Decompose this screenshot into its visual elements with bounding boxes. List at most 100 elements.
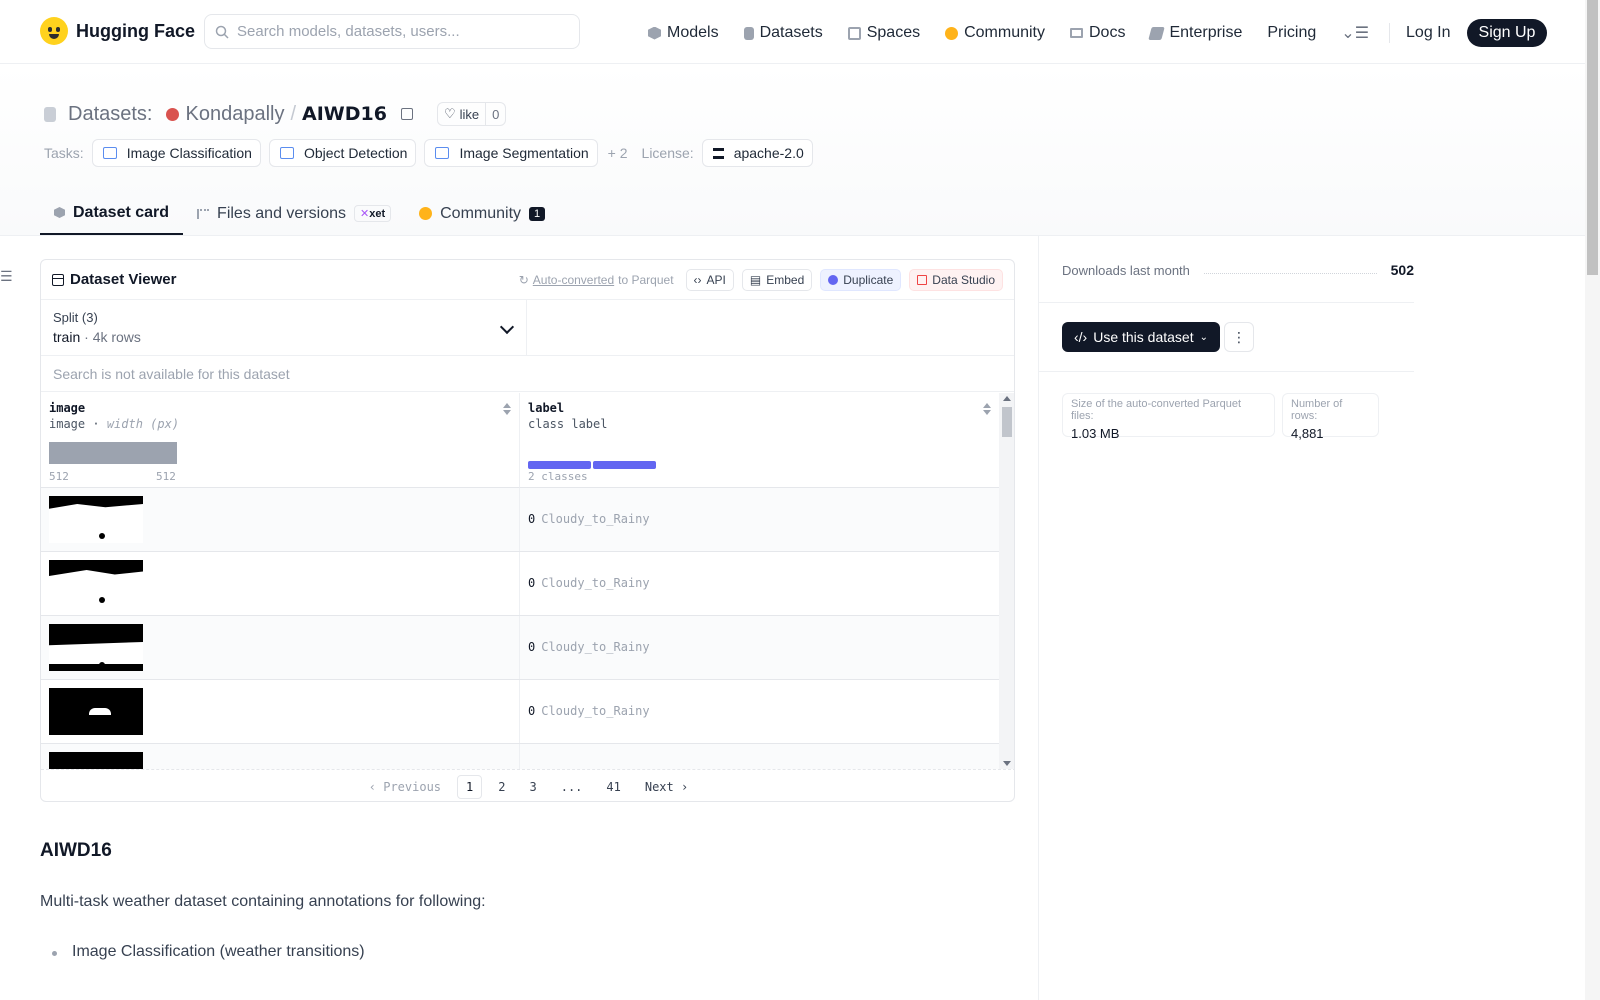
brand[interactable]: Hugging Face (40, 17, 195, 45)
hist-min: 512 (49, 470, 69, 483)
path-separator: / (290, 102, 297, 125)
page-2[interactable]: 2 (490, 776, 513, 798)
row-image-thumbnail[interactable] (49, 560, 143, 607)
stat-label: Size of the auto-converted Parquet files… (1071, 398, 1241, 422)
nav-datasets[interactable]: Datasets (743, 24, 823, 42)
tag-license[interactable]: apache-2.0 (701, 139, 813, 167)
tags-row: Tasks: Image Classification Object Detec… (44, 139, 813, 167)
nav-models[interactable]: Models (648, 24, 719, 42)
row-image-thumbnail[interactable] (49, 624, 143, 671)
nav-docs[interactable]: Docs (1070, 24, 1125, 42)
tag-image-classification[interactable]: Image Classification (91, 139, 261, 167)
table-row[interactable] (41, 744, 999, 769)
column-header-image[interactable]: image image · width (px) 512 512 (41, 393, 520, 488)
readme-list-item: Image Classification (weather transition… (52, 943, 365, 960)
search-box[interactable] (204, 14, 580, 49)
tasks-label: Tasks: (44, 145, 84, 161)
split-selector[interactable]: Split (3) train · 4k rows (41, 300, 527, 355)
nav-enterprise[interactable]: Enterprise (1148, 24, 1242, 42)
readme-intro: Multi-task weather dataset containing an… (40, 893, 486, 910)
viewer-title: Dataset Viewer (52, 271, 176, 288)
repo-owner[interactable]: Kondapally (185, 103, 284, 126)
tag-label: Image Classification (126, 145, 252, 161)
nav-community[interactable]: Community (945, 24, 1045, 42)
brand-name: Hugging Face (76, 20, 196, 41)
row-image-thumbnail[interactable] (49, 688, 143, 735)
copy-icon[interactable] (400, 108, 413, 120)
more-tags-button[interactable]: + 2 (608, 145, 628, 161)
page-3[interactable]: 3 (521, 776, 544, 798)
dataset-card-icon (54, 207, 65, 218)
scroll-down-icon[interactable] (1003, 761, 1011, 766)
api-button[interactable]: ‹› API (685, 268, 734, 291)
to-parquet-text: to Parquet (618, 272, 674, 287)
use-dataset-button[interactable]: ‹/› Use this dataset ⌄ (1062, 322, 1220, 352)
page-41[interactable]: 41 (598, 776, 628, 798)
page-1[interactable]: 1 (457, 774, 483, 799)
split-value: train · 4k rows (53, 329, 141, 345)
column-header-label[interactable]: label class label 2 classes (520, 393, 999, 488)
tab-community[interactable]: Community 1 (405, 192, 559, 235)
table-scrollbar[interactable] (999, 393, 1014, 769)
sidebar-toggle-icon[interactable]: ☰ (0, 268, 13, 285)
community-count-badge: 1 (529, 206, 546, 221)
more-options-icon[interactable]: ⋮ (1224, 322, 1254, 352)
tag-object-detection[interactable]: Object Detection (268, 139, 417, 167)
class-bar[interactable] (528, 461, 591, 469)
stat-label: Number of rows: (1291, 398, 1343, 422)
nav-divider (1389, 23, 1391, 43)
nav-pricing[interactable]: Pricing (1267, 24, 1316, 42)
table-row[interactable]: 0 Cloudy_to_Rainy (41, 616, 999, 680)
nav-spaces[interactable]: Spaces (847, 24, 920, 42)
column-name: image (49, 401, 86, 415)
signup-button[interactable]: Sign Up (1466, 19, 1548, 47)
scroll-thumb[interactable] (1002, 407, 1012, 437)
sort-icon[interactable] (983, 403, 991, 415)
nav-community-label: Community (964, 24, 1045, 41)
scroll-up-icon[interactable] (1003, 396, 1011, 401)
prev-page-button[interactable]: ‹ Previous (361, 776, 449, 798)
repo-name[interactable]: AIWD16 (302, 103, 387, 125)
embed-button[interactable]: ▤ Embed (741, 268, 813, 291)
divider (1039, 302, 1414, 303)
repo-title: Datasets: Kondapally / AIWD16 ♡ like 0 (40, 102, 507, 126)
parquet-size-stat: Size of the auto-converted Parquet files… (1062, 393, 1275, 441)
sort-icon[interactable] (503, 403, 511, 415)
code-icon: ‹/› (1074, 329, 1088, 345)
duplicate-button[interactable]: Duplicate (820, 268, 902, 291)
duplicate-label: Duplicate (843, 272, 894, 287)
table-row[interactable]: 0 Cloudy_to_Rainy (41, 488, 999, 552)
spaces-icon (847, 26, 861, 40)
more-menu-icon[interactable]: ⌄☰ (1341, 23, 1369, 43)
nav-links: Models Datasets Spaces Community Docs En… (648, 19, 1548, 47)
license-label: License: (641, 145, 694, 161)
auto-converted-link[interactable]: Auto-converted (533, 273, 614, 287)
like-count[interactable]: 0 (486, 107, 505, 122)
tag-image-segmentation[interactable]: Image Segmentation (424, 139, 598, 167)
tag-label: Object Detection (303, 145, 408, 161)
table-row[interactable]: 0 Cloudy_to_Rainy (41, 552, 999, 616)
tag-label: Image Segmentation (459, 145, 589, 161)
search-input[interactable] (237, 23, 557, 40)
repo-type-label[interactable]: Datasets: (68, 103, 152, 126)
page-scrollbar[interactable] (1585, 0, 1600, 1000)
column-type: image · width (px) (49, 417, 180, 431)
community-icon (419, 207, 433, 220)
next-page-button[interactable]: Next › (637, 776, 696, 798)
class-bar[interactable] (593, 461, 656, 469)
login-link[interactable]: Log In (1406, 24, 1450, 42)
dataset-icon (44, 106, 56, 122)
row-image-thumbnail[interactable] (49, 752, 143, 769)
tab-dataset-card[interactable]: Dataset card (40, 192, 184, 235)
row-count-stat: Number of rows: 4,881 (1282, 393, 1379, 441)
page-scroll-thumb[interactable] (1587, 0, 1598, 275)
duplicate-icon (828, 274, 839, 285)
row-image-thumbnail[interactable] (49, 496, 143, 543)
stat-value: 1.03 MB (1071, 426, 1120, 441)
width-histogram-bar[interactable] (49, 442, 177, 464)
like-button[interactable]: ♡ like (438, 103, 487, 125)
tab-files[interactable]: Files and versions ✕xet (183, 192, 405, 235)
data-studio-button[interactable]: Data Studio (909, 268, 1003, 291)
repo-header: Datasets: Kondapally / AIWD16 ♡ like 0 Ta… (0, 64, 1585, 236)
table-row[interactable]: 0 Cloudy_to_Rainy (41, 680, 999, 744)
